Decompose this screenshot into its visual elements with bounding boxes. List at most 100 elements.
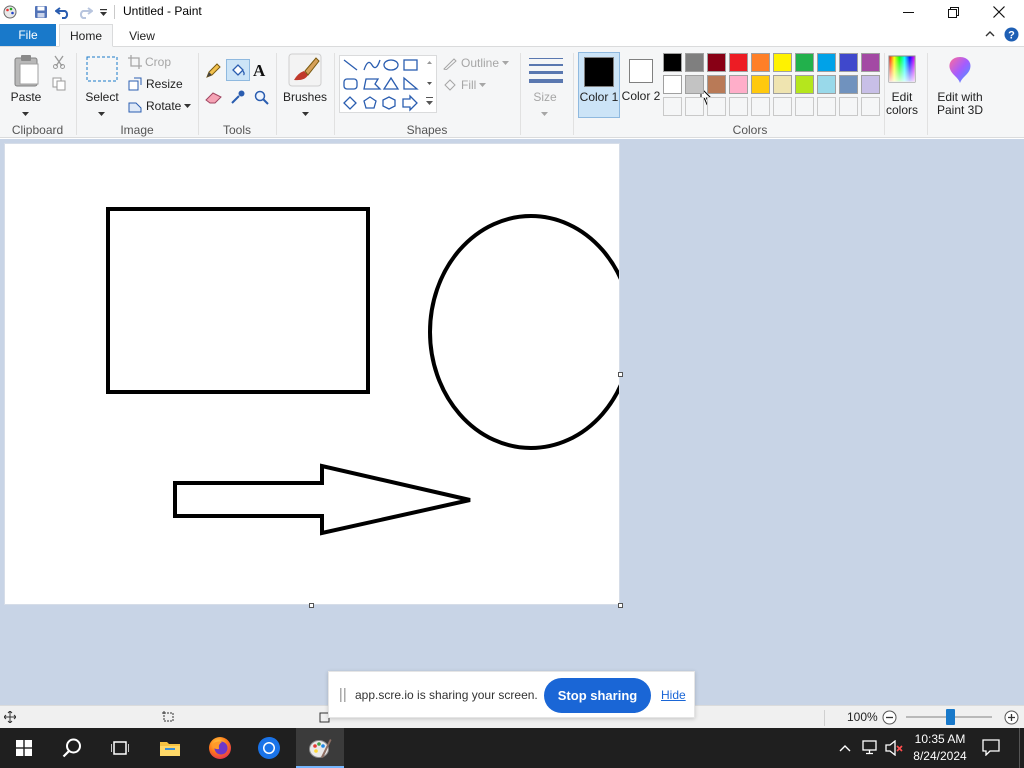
size-dropdown-icon[interactable] xyxy=(541,106,548,120)
paste-dropdown-icon[interactable] xyxy=(22,106,29,120)
start-windows-icon[interactable] xyxy=(0,728,48,768)
collapse-ribbon-icon[interactable] xyxy=(984,28,996,43)
file-explorer-icon[interactable] xyxy=(146,728,194,768)
redo-icon[interactable] xyxy=(76,3,94,21)
help-icon[interactable]: ? xyxy=(1004,27,1019,45)
paint-app-icon[interactable] xyxy=(2,3,18,21)
size-button[interactable]: Size xyxy=(526,91,564,104)
resize-button[interactable]: Resize xyxy=(128,77,183,91)
color-swatch[interactable] xyxy=(795,53,814,72)
color-swatch[interactable] xyxy=(817,53,836,72)
pencil-icon[interactable] xyxy=(205,62,222,82)
show-desktop-button[interactable] xyxy=(1019,728,1024,768)
custom-color-slot[interactable] xyxy=(839,97,858,116)
undo-icon[interactable] xyxy=(54,3,72,21)
tab-view[interactable]: View xyxy=(118,24,166,47)
minimize-button[interactable] xyxy=(885,0,931,24)
drawing-canvas[interactable] xyxy=(5,144,619,604)
custom-color-slot[interactable] xyxy=(751,97,770,116)
notifications-icon[interactable] xyxy=(982,739,1000,759)
search-icon[interactable] xyxy=(48,728,96,768)
canvas-resize-handle-corner[interactable] xyxy=(618,603,623,608)
hide-link[interactable]: Hide xyxy=(661,688,686,702)
color-swatch[interactable] xyxy=(707,75,726,94)
tab-home[interactable]: Home xyxy=(59,24,113,47)
copy-icon[interactable] xyxy=(52,77,66,94)
crop-button[interactable]: Crop xyxy=(128,55,171,69)
color-swatch[interactable] xyxy=(773,53,792,72)
color-swatch[interactable] xyxy=(861,53,880,72)
canvas-workspace[interactable] xyxy=(0,139,1024,705)
show-hidden-icons-icon[interactable] xyxy=(839,742,851,756)
color-swatch[interactable] xyxy=(685,53,704,72)
tab-file[interactable]: File xyxy=(0,24,56,46)
color-swatch[interactable] xyxy=(685,75,704,94)
size-icon[interactable] xyxy=(529,56,563,87)
color-swatch[interactable] xyxy=(861,75,880,94)
custom-color-slot[interactable] xyxy=(729,97,748,116)
edit-colors-icon[interactable] xyxy=(888,55,916,86)
cut-icon[interactable] xyxy=(52,55,66,72)
color-swatch[interactable] xyxy=(707,53,726,72)
select-dropdown-icon[interactable] xyxy=(98,106,105,120)
custom-color-slot[interactable] xyxy=(663,97,682,116)
select-button[interactable]: Select xyxy=(82,91,122,104)
canvas-resize-handle-right[interactable] xyxy=(618,372,623,377)
outline-button[interactable]: Outline xyxy=(442,56,510,70)
color-swatch[interactable] xyxy=(773,75,792,94)
paint-taskbar-icon[interactable] xyxy=(296,728,344,768)
edit-colors-button[interactable]: Edit colors xyxy=(882,91,922,117)
color-2-swatch[interactable] xyxy=(629,59,653,83)
color-1-button[interactable]: Color 1 xyxy=(578,52,620,118)
select-icon[interactable] xyxy=(86,56,118,85)
restore-button[interactable] xyxy=(930,0,976,24)
custom-color-slot[interactable] xyxy=(773,97,792,116)
color-swatch[interactable] xyxy=(663,75,682,94)
color-swatch[interactable] xyxy=(795,75,814,94)
brushes-dropdown-icon[interactable] xyxy=(302,106,309,120)
color-swatch[interactable] xyxy=(729,53,748,72)
color-swatch[interactable] xyxy=(751,75,770,94)
network-icon[interactable] xyxy=(862,740,880,759)
fill-tool-icon[interactable] xyxy=(226,59,250,81)
color-picker-icon[interactable] xyxy=(230,89,246,108)
chrome-icon[interactable] xyxy=(245,728,293,768)
system-clock[interactable]: 10:35 AM 8/24/2024 xyxy=(910,731,970,765)
edit-with-paint-3d-button[interactable]: Edit with Paint 3D xyxy=(930,91,990,117)
close-button[interactable] xyxy=(976,0,1022,24)
canvas-resize-handle-bottom[interactable] xyxy=(309,603,314,608)
custom-color-slot[interactable] xyxy=(817,97,836,116)
volume-muted-icon[interactable] xyxy=(885,739,905,759)
zoom-in-icon[interactable] xyxy=(1004,710,1019,728)
custom-color-slot[interactable] xyxy=(707,97,726,116)
color-swatch[interactable] xyxy=(751,53,770,72)
stop-sharing-button[interactable]: Stop sharing xyxy=(544,678,651,713)
zoom-slider-thumb[interactable] xyxy=(946,709,955,725)
custom-color-slot[interactable] xyxy=(861,97,880,116)
paste-button[interactable]: Paste xyxy=(6,91,46,104)
eraser-icon[interactable] xyxy=(205,91,223,108)
color-swatch[interactable] xyxy=(663,53,682,72)
custom-color-slot[interactable] xyxy=(685,97,704,116)
color-swatch[interactable] xyxy=(729,75,748,94)
zoom-out-icon[interactable] xyxy=(882,710,897,728)
paint-3d-icon[interactable] xyxy=(946,55,974,88)
brushes-icon[interactable] xyxy=(288,53,322,90)
color-swatch[interactable] xyxy=(839,53,858,72)
task-view-icon[interactable] xyxy=(96,728,144,768)
customize-toolbar-icon[interactable] xyxy=(97,3,109,21)
rotate-button[interactable]: Rotate xyxy=(128,99,192,113)
color-2-label[interactable]: Color 2 xyxy=(621,90,661,103)
firefox-icon[interactable] xyxy=(196,728,244,768)
drag-handle-icon[interactable] xyxy=(340,688,346,705)
custom-color-slot[interactable] xyxy=(795,97,814,116)
text-tool-icon[interactable]: A xyxy=(253,61,265,81)
fill-button[interactable]: Fill xyxy=(442,78,487,92)
paste-icon[interactable] xyxy=(12,54,42,91)
save-icon[interactable] xyxy=(32,3,50,21)
shapes-gallery-icons[interactable] xyxy=(340,56,438,114)
brushes-button[interactable]: Brushes xyxy=(282,91,328,104)
color-swatch[interactable] xyxy=(839,75,858,94)
magnifier-icon[interactable] xyxy=(254,90,270,109)
color-swatch[interactable] xyxy=(817,75,836,94)
